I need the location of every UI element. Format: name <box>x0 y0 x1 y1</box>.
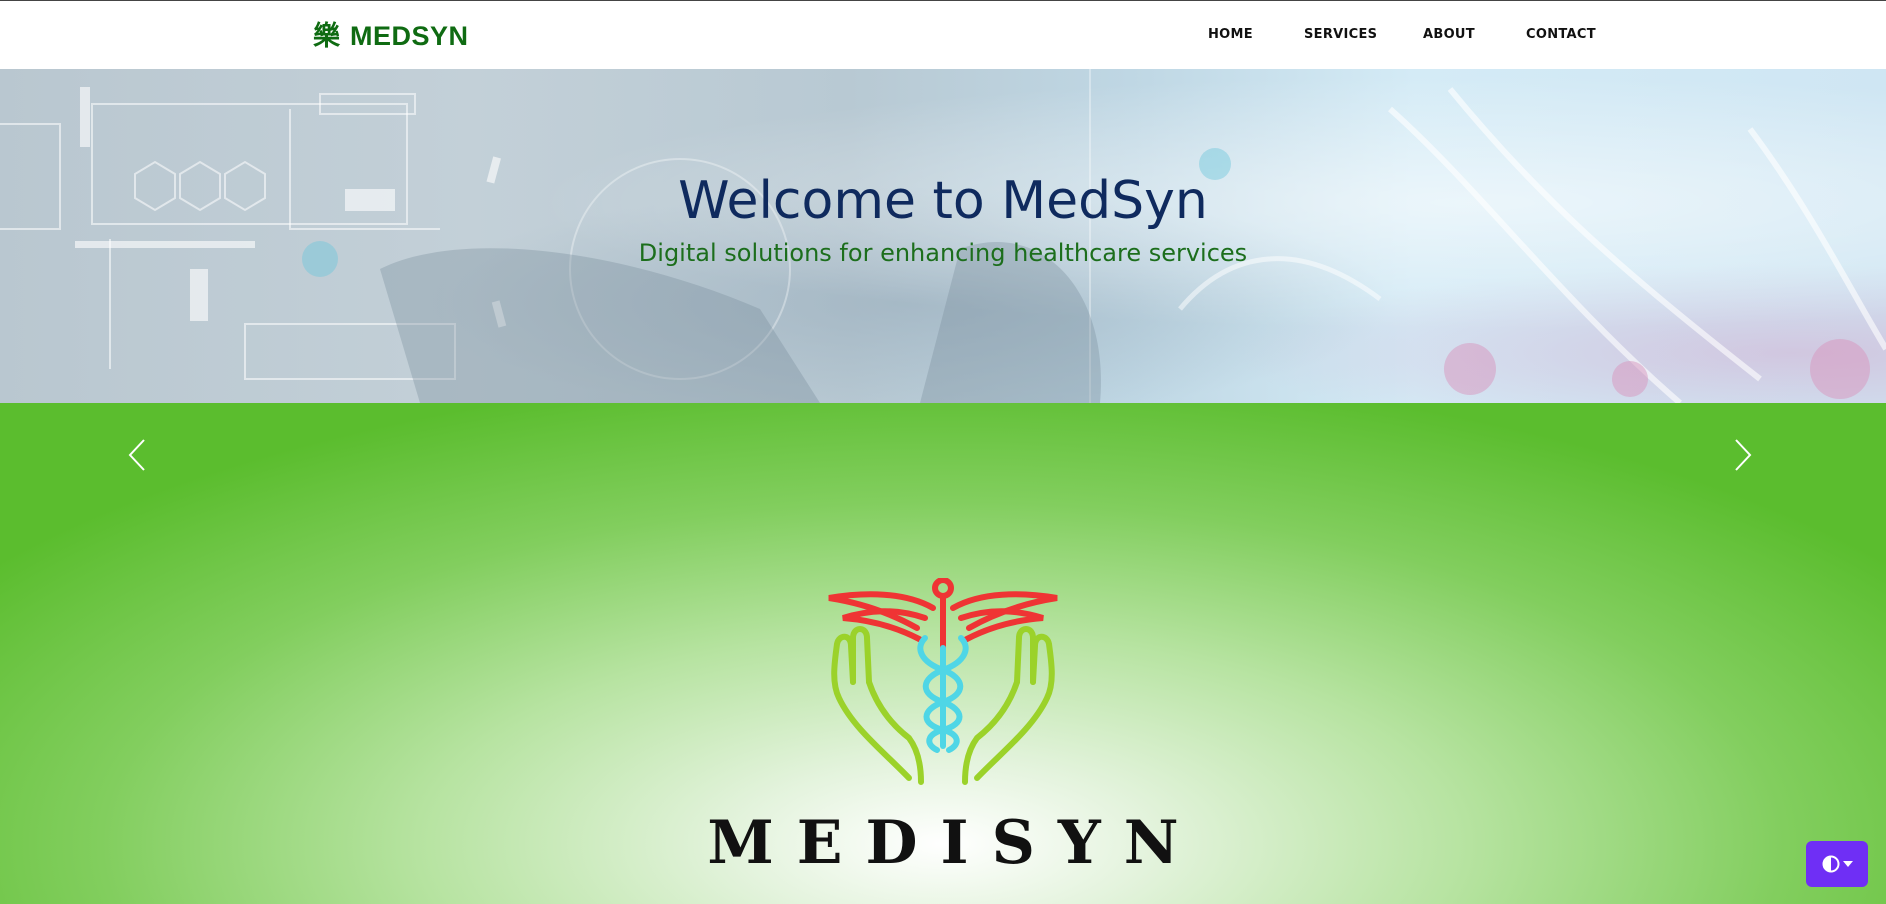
hero-subtitle: Digital solutions for enhancing healthca… <box>638 239 1248 267</box>
brand-logo-icon: 樂 <box>313 20 340 52</box>
carousel-next-button[interactable] <box>1725 433 1761 477</box>
hero-title: Welcome to MedSyn <box>678 171 1208 231</box>
carousel: MEDISYN <box>0 403 1886 904</box>
hero-banner: Welcome to MedSyn Digital solutions for … <box>0 69 1886 403</box>
slide-wordmark: MEDISYN <box>707 808 1202 878</box>
brand-link[interactable]: 樂 MEDSYN <box>313 19 469 53</box>
nav-contact-link[interactable]: CONTACT <box>1526 27 1596 42</box>
slide-logo <box>825 577 1061 792</box>
nav-services-link[interactable]: SERVICES <box>1304 27 1377 42</box>
caduceus-hands-logo-icon <box>828 577 1058 785</box>
carousel-prev-button[interactable] <box>119 433 155 477</box>
contrast-icon <box>1822 855 1839 873</box>
theme-toggle-button[interactable] <box>1806 841 1868 887</box>
hero-background-image <box>0 69 1886 403</box>
chevron-right-icon <box>1735 439 1752 471</box>
chevron-left-icon <box>128 439 145 471</box>
nav-home-link[interactable]: HOME <box>1208 27 1253 42</box>
navbar: 樂 MEDSYN HOME SERVICES ABOUT CONTACT <box>0 0 1886 69</box>
brand-name: MEDSYN <box>350 20 469 51</box>
caret-down-icon <box>1842 861 1853 867</box>
nav-about-link[interactable]: ABOUT <box>1423 27 1475 42</box>
